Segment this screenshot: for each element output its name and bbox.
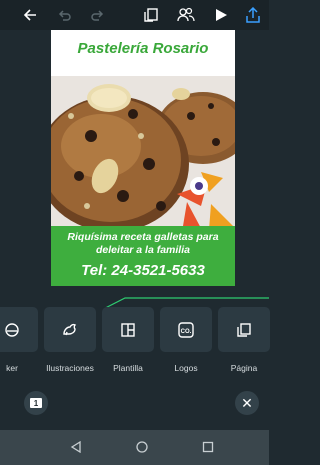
page-icon (237, 322, 251, 337)
page-count-button[interactable]: 1 (24, 391, 48, 415)
nav-home-icon[interactable] (134, 439, 150, 455)
design-tagline[interactable]: Riquísima receta galletas para deleitar … (55, 231, 231, 256)
cookie-photo[interactable] (51, 76, 235, 250)
share-icon[interactable] (243, 5, 263, 25)
template-icon (121, 322, 135, 337)
design-phone[interactable]: Tel: 24-3521-5633 (51, 262, 235, 279)
bottom-controls: 1 ✕ (0, 385, 269, 430)
undo-icon[interactable] (54, 5, 74, 25)
top-toolbar (0, 0, 269, 30)
nav-recents-icon[interactable] (200, 439, 216, 455)
illustrations-icon (63, 323, 77, 335)
tool-label-page: Página (230, 363, 258, 373)
close-button[interactable]: ✕ (235, 391, 259, 415)
nav-back-icon[interactable] (68, 439, 84, 455)
page-count: 1 (30, 398, 42, 408)
system-navbar (0, 430, 269, 465)
logos-icon: CO. (178, 321, 194, 338)
add-people-icon[interactable] (176, 5, 196, 25)
sticker-icon (5, 322, 19, 337)
redo-icon[interactable] (88, 5, 108, 25)
back-arrow-icon[interactable] (20, 5, 40, 25)
tool-page[interactable]: Página (218, 307, 270, 377)
play-icon[interactable] (211, 5, 231, 25)
close-icon: ✕ (241, 394, 253, 411)
copy-icon[interactable] (141, 5, 161, 25)
tools-toolbar: ker Ilustraciones Plantilla CO. Logos Pá… (0, 307, 270, 377)
svg-text:CO.: CO. (181, 329, 192, 335)
design-page[interactable]: Pastelería Rosario Riquísima receta gall… (51, 30, 235, 286)
design-title[interactable]: Pastelería Rosario (51, 40, 235, 57)
